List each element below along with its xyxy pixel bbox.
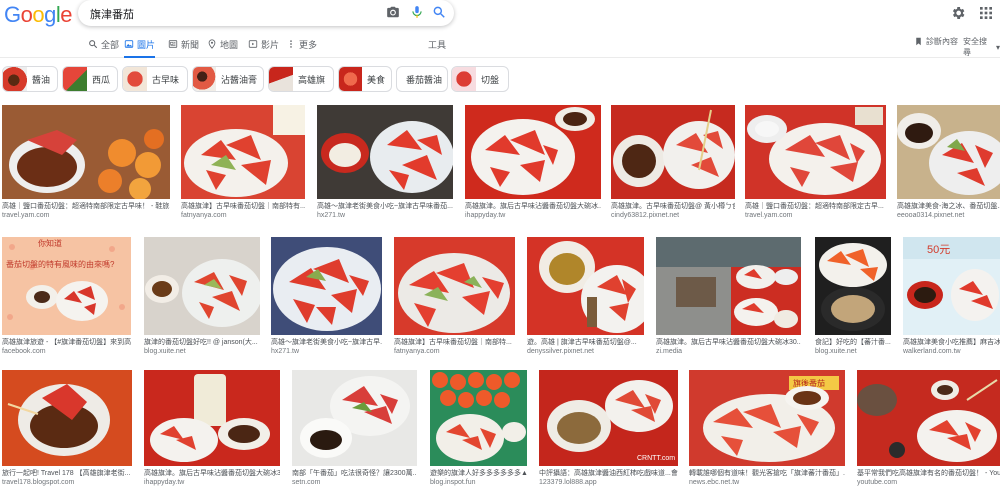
result-card-9[interactable]: 旗津的番茄切盤好吃!! @ janson(大... blog.xuite.net	[144, 237, 260, 356]
tab-more[interactable]: 更多	[286, 38, 317, 58]
safesearch-dropdown[interactable]: 安全搜尋 ▾	[963, 36, 1000, 58]
tab-videos[interactable]: 影片	[248, 38, 279, 58]
tab-all[interactable]: 全部	[88, 38, 119, 58]
result-image[interactable]: CRNTT.com	[539, 370, 678, 466]
map-pin-icon	[208, 39, 216, 49]
image-icon	[124, 40, 134, 48]
chip-old-taste[interactable]: 古早味	[122, 66, 188, 92]
search-tabs: 全部 圖片 新聞 地圖 影片 更多 工具 診斷內容 安全搜尋 ▾	[0, 34, 1000, 58]
bookmark-icon	[916, 37, 921, 46]
result-image[interactable]	[527, 237, 644, 335]
result-card-18[interactable]: 南部「午番茄」吃法很奇怪？讓2300萬... setn.com	[292, 370, 417, 487]
result-card-4[interactable]: 高雄旗津。旗后古早味沾醬番茄切盤大碗冰... ihappyday.tw	[465, 105, 601, 220]
result-image[interactable]	[2, 370, 132, 466]
chevron-down-icon: ▾	[995, 42, 1000, 52]
tools-button[interactable]: 工具	[428, 38, 446, 51]
chip-dipping-sauce[interactable]: 沾醬油膏	[192, 66, 264, 92]
price-text: 50元	[927, 244, 950, 256]
result-card-22[interactable]: 基平常我們吃高雄旗津有名的番茄切盤！ - YouTubeyoutube.com	[857, 370, 1000, 487]
result-image[interactable]	[611, 105, 735, 199]
chip-thumbnail	[452, 67, 476, 91]
chip-thumbnail	[269, 67, 293, 91]
result-card-17[interactable]: 高雄旗津。旗后古早味沾醬番茄切盤大碗冰30... ihappyday.tw	[144, 370, 280, 487]
chip-thumbnail	[63, 67, 87, 91]
tab-news[interactable]: 新聞	[168, 38, 199, 58]
collections-link[interactable]: 診斷內容	[914, 36, 958, 47]
result-card-14[interactable]: 食記】好吃的【蕃汁番... blog.xuite.net	[815, 237, 891, 356]
result-image[interactable]	[430, 370, 527, 466]
apps-grid-icon[interactable]	[978, 5, 994, 21]
result-image[interactable]	[181, 105, 305, 199]
result-image[interactable]	[271, 237, 382, 335]
result-image[interactable]: 旗後番茄	[689, 370, 845, 466]
result-image[interactable]	[144, 370, 280, 466]
chip-thumbnail	[3, 67, 27, 91]
more-vert-icon	[290, 40, 292, 48]
chip-tomato-soy[interactable]: 番茄醬油	[396, 66, 448, 92]
result-card-2[interactable]: 高雄旗津】古早味番茄切盤｜南部特有... fatnyanya.com	[181, 105, 305, 220]
result-image[interactable]	[317, 105, 453, 199]
news-icon	[168, 40, 178, 48]
chip-watermelon[interactable]: 西瓜	[62, 66, 118, 92]
result-card-15[interactable]: 50元 高雄旗津美食小吃推薦】麻吉冰鋪番...walkerland.com.tw	[903, 237, 1000, 356]
tab-images[interactable]: 圖片	[124, 38, 156, 58]
result-image[interactable]	[815, 237, 891, 335]
watermark-text: CRNTT.com	[637, 455, 675, 462]
result-image[interactable]	[656, 237, 801, 335]
result-image[interactable]	[394, 237, 515, 335]
result-card-6[interactable]: 高雄｜鹽口番茄切盤：超適特南部限定古早... travel.yam.com	[745, 105, 886, 220]
tab-maps[interactable]: 地圖	[207, 38, 238, 58]
overlay-title: 你知道	[38, 238, 62, 248]
result-card-8[interactable]: 你知道 番茄切盤的特有風味的由來嗎? 高雄旗津旅遊 - 【#旗津番茄切盤】來到高.…	[2, 237, 131, 356]
camera-icon[interactable]	[386, 5, 400, 19]
result-image[interactable]	[2, 105, 170, 199]
gear-icon[interactable]	[950, 5, 966, 21]
result-card-13[interactable]: 高雄旗津。旗后古早味沾醬番茄切盤大碗冰30... zi.media	[656, 237, 801, 356]
search-box[interactable]: 旗津番茄	[78, 0, 454, 26]
chip-thumbnail	[339, 67, 362, 91]
video-icon	[248, 40, 258, 48]
result-image[interactable]	[857, 370, 1000, 466]
result-card-11[interactable]: 高雄旗津】古早味番茄切盤｜南部特... fatnyanya.com	[394, 237, 515, 356]
result-card-12[interactable]: 遊。高雄 | 旗津古早味番茄切盤@... denyssilver.pixnet.n…	[527, 237, 644, 356]
overlay-subtitle: 番茄切盤的特有風味的由來嗎?	[6, 259, 115, 269]
result-card-7[interactable]: 高雄旗津美食-海之冰、番茄切盤... eeooa0314.pixnet.net	[897, 105, 1000, 220]
result-image[interactable]	[144, 237, 260, 335]
result-image[interactable]	[745, 105, 886, 199]
result-image[interactable]	[465, 105, 601, 199]
search-icon[interactable]	[432, 5, 446, 19]
result-card-1[interactable]: 高雄｜鹽口番茄切盤：超適特南部限定古早味！ - 鞋旅... travel.yam.…	[2, 105, 170, 220]
result-card-20[interactable]: CRNTT.com 中評攝語：高雄旗津醬油西紅柿吃戲味道...會... 12337…	[539, 370, 678, 487]
result-image[interactable]	[897, 105, 1000, 199]
result-card-3[interactable]: 高雄～旗津老街美食小吃~旗津古早味番茄... hx271.tw	[317, 105, 453, 220]
header-bar: Google 旗津番茄	[0, 0, 1000, 30]
chip-thumbnail	[193, 67, 216, 91]
chip-thumbnail	[123, 67, 147, 91]
chip-soy-sauce[interactable]: 醬油	[2, 66, 58, 92]
result-image[interactable]: 你知道番茄切盤的特有風味的由來嗎?	[2, 237, 131, 335]
chip-sliced-plate[interactable]: 切盤	[451, 66, 509, 92]
search-input[interactable]: 旗津番茄	[90, 6, 134, 22]
chip-kaohsiung-cijin[interactable]: 高雄旗	[268, 66, 334, 92]
chip-food[interactable]: 美食	[338, 66, 392, 92]
result-image[interactable]: 50元	[903, 237, 1000, 335]
microphone-icon[interactable]	[410, 5, 424, 19]
suggestion-chips: 醬油 西瓜 古早味 沾醬油膏 高雄旗 美食 番茄醬油 切盤	[0, 66, 1000, 94]
result-card-21[interactable]: 旗後番茄 轉載誰哪個有道味！觀光客搶吃「旗津蕃汁番茄」... news.ebc.n…	[689, 370, 845, 487]
result-card-19[interactable]: 遊樂的旗津人好多多多多多多▲... blog.inspot.fun	[430, 370, 527, 487]
result-card-5[interactable]: 高雄旗津。古早味番茄切盤@ 黃小樽ㄅ食物...cindy63812.pixnet…	[611, 105, 735, 220]
google-logo[interactable]: Google	[4, 2, 73, 28]
result-image[interactable]	[292, 370, 417, 466]
result-card-16[interactable]: 旅行一起吧! Travel 178 【高雄旗津老街... travel178.bl…	[2, 370, 132, 487]
result-card-10[interactable]: 高雄～旗津老街美食小吃~旗津古早... hx271.tw	[271, 237, 382, 356]
search-icon	[89, 40, 98, 49]
